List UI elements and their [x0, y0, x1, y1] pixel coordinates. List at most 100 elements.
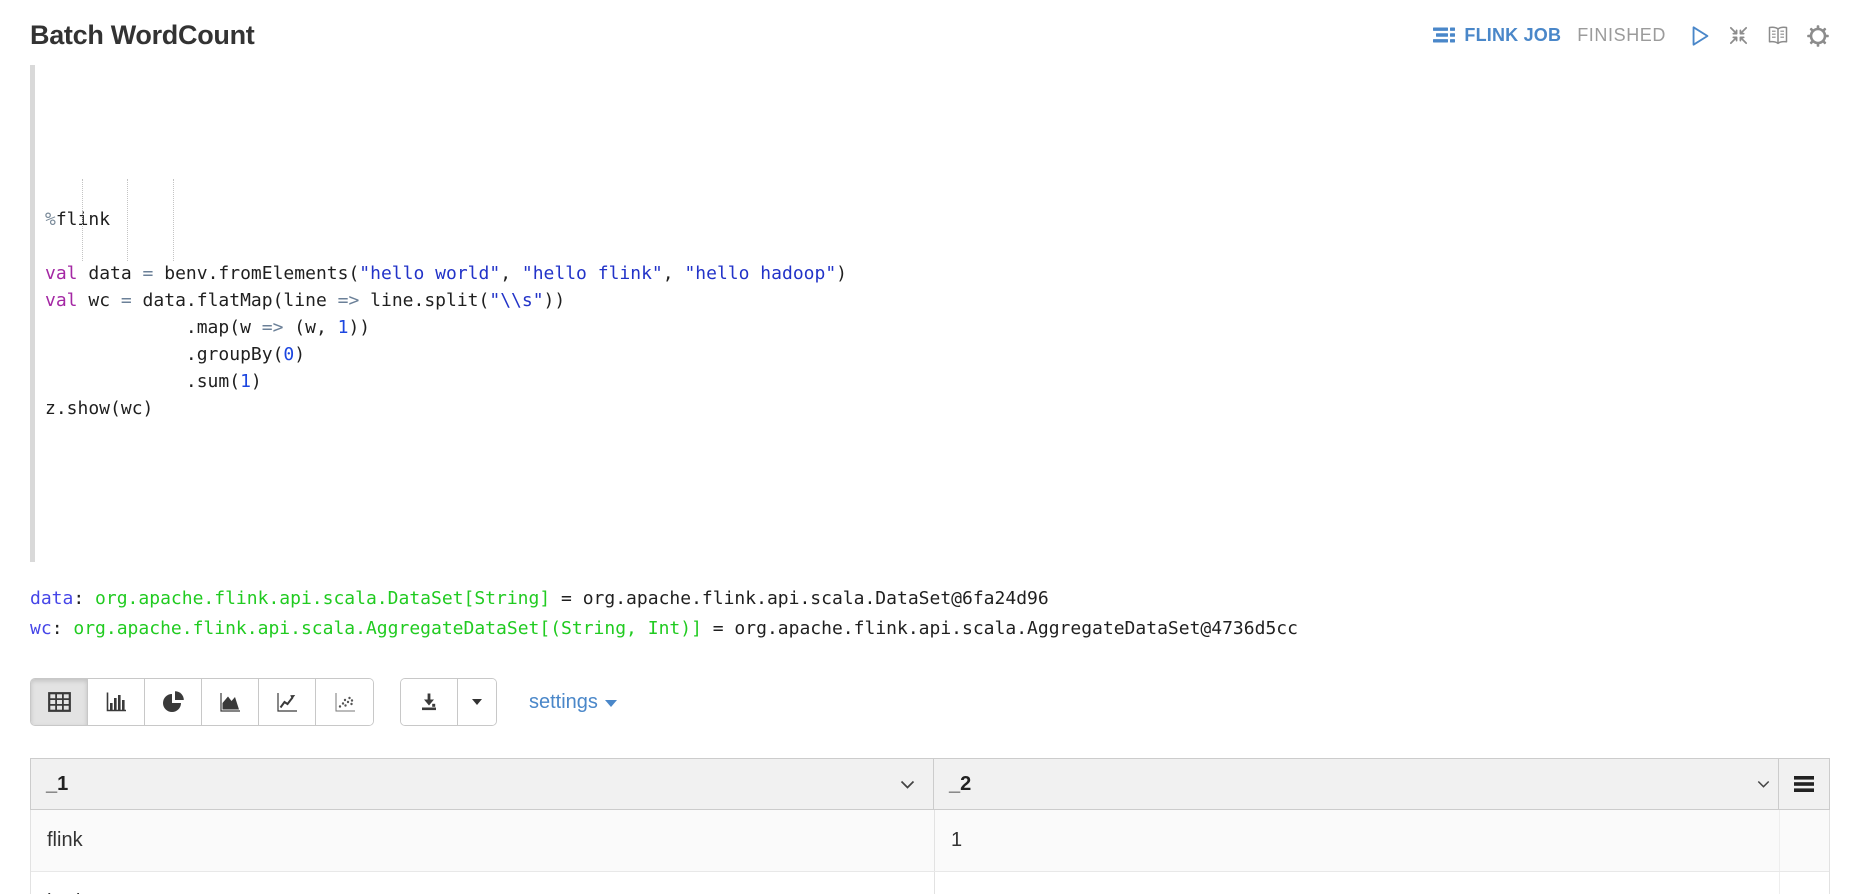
page-title: Batch WordCount — [30, 20, 254, 51]
settings-dropdown[interactable]: settings — [529, 691, 617, 714]
download-icon — [417, 690, 441, 714]
code-line: %flink — [45, 206, 1830, 233]
code-token: : — [52, 618, 74, 639]
flink-job-icon — [1432, 25, 1456, 46]
caret-down-icon — [605, 700, 617, 707]
code-token: => — [338, 290, 360, 311]
settings-label: settings — [529, 691, 598, 714]
indent-guide — [82, 179, 83, 261]
shrink-icon — [1727, 24, 1750, 47]
code-line: .map(w => (w, 1)) — [45, 314, 1830, 341]
code-token: = org.apache.flink.api.scala.AggregateDa… — [702, 618, 1298, 639]
code-token: => — [262, 317, 284, 338]
code-token: ) — [251, 371, 262, 392]
code-token: : — [73, 588, 95, 609]
caret-down-icon — [472, 699, 482, 705]
table-cell: flink — [31, 829, 934, 852]
code-token: = — [143, 263, 154, 284]
code-line: wc: org.apache.flink.api.scala.Aggregate… — [30, 614, 1830, 644]
code-token: ) — [836, 263, 847, 284]
code-token: 1 — [338, 317, 349, 338]
code-token: 1 — [240, 371, 251, 392]
indent-guide — [127, 179, 128, 261]
table-header-row: _1 _2 — [30, 758, 1830, 810]
chart-type-group — [30, 678, 374, 726]
table-body: flink1hadoop1hello3world1 — [30, 810, 1830, 894]
table-cell: 1 — [934, 872, 1779, 894]
code-line: .groupBy(0) — [45, 341, 1830, 368]
scatter-chart-icon — [333, 690, 357, 714]
table-menu-button[interactable] — [1779, 759, 1829, 809]
column-label: _2 — [949, 773, 971, 796]
code-token: "\\s" — [489, 290, 543, 311]
job-label: FLINK JOB — [1464, 25, 1561, 46]
table-cell — [1779, 810, 1829, 871]
pie-chart-button[interactable] — [145, 679, 202, 725]
paragraph-controls: FLINK JOB FINISHED — [1432, 24, 1830, 48]
table-row: hadoop1 — [31, 872, 1829, 894]
area-chart-button[interactable] — [202, 679, 259, 725]
code-editor[interactable]: %flink val data = benv.fromElements("hel… — [30, 65, 1830, 562]
code-token: data — [30, 588, 73, 609]
code-token: ) — [294, 344, 305, 365]
code-token: val — [45, 263, 78, 284]
code-token: flink — [56, 209, 110, 230]
code-line: val data = benv.fromElements("hello worl… — [45, 260, 1830, 287]
code-token: )) — [544, 290, 566, 311]
line-chart-icon — [275, 690, 299, 714]
code-token: benv.fromElements( — [153, 263, 359, 284]
line-chart-button[interactable] — [259, 679, 316, 725]
code-token: = org.apache.flink.api.scala.DataSet@6fa… — [550, 588, 1049, 609]
bar-chart-icon — [104, 690, 128, 714]
table-row: flink1 — [31, 810, 1829, 872]
code-token: org.apache.flink.api.scala.DataSet[Strin… — [95, 588, 550, 609]
code-line: .sum(1) — [45, 368, 1830, 395]
code-token: wc — [30, 618, 52, 639]
pie-chart-icon — [161, 690, 185, 714]
code-token: data — [78, 263, 143, 284]
code-token: = — [121, 290, 132, 311]
menu-icon — [1793, 775, 1815, 793]
download-group — [400, 678, 497, 726]
code-token: , — [663, 263, 685, 284]
chevron-down-icon[interactable] — [900, 780, 915, 790]
indent-guide — [173, 179, 174, 261]
code-token: z.show(wc) — [45, 398, 153, 419]
chevron-down-icon[interactable] — [1757, 780, 1770, 789]
result-table: _1 _2 flink1hadoop1hello3world1 — [30, 758, 1830, 894]
zeppelin-paragraph: Batch WordCount FLINK JOB FINISHED — [0, 0, 1860, 894]
code-token: "hello hadoop" — [684, 263, 836, 284]
code-token: (w, — [283, 317, 337, 338]
code-token: data.flatMap(line — [132, 290, 338, 311]
gear-icon — [1806, 24, 1830, 48]
column-header-1[interactable]: _1 — [31, 759, 934, 809]
code-token: .map(w — [45, 317, 262, 338]
code-token: org.apache.flink.api.scala.AggregateData… — [73, 618, 702, 639]
area-chart-icon — [218, 690, 242, 714]
table-view-button[interactable] — [31, 679, 88, 725]
show-editor-button[interactable] — [1766, 24, 1790, 47]
bar-chart-button[interactable] — [88, 679, 145, 725]
code-line: z.show(wc) — [45, 395, 1830, 422]
code-token: )) — [348, 317, 370, 338]
book-icon — [1766, 24, 1790, 47]
download-options-button[interactable] — [458, 679, 496, 725]
collapse-button[interactable] — [1727, 24, 1750, 47]
code-token: line.split( — [359, 290, 489, 311]
flink-job-link[interactable]: FLINK JOB — [1432, 25, 1561, 46]
table-icon — [48, 692, 71, 712]
scatter-chart-button[interactable] — [316, 679, 373, 725]
status-badge: FINISHED — [1577, 25, 1666, 46]
download-button[interactable] — [401, 679, 458, 725]
run-button[interactable] — [1690, 25, 1711, 47]
code-token: "hello flink" — [522, 263, 663, 284]
code-token: "hello world" — [359, 263, 500, 284]
paragraph-settings-button[interactable] — [1806, 24, 1830, 48]
code-lines: %flink val data = benv.fromElements("hel… — [45, 206, 1830, 422]
column-header-2[interactable]: _2 — [934, 759, 1779, 809]
code-token: 0 — [283, 344, 294, 365]
table-cell: 1 — [934, 810, 1779, 871]
play-icon — [1690, 25, 1711, 47]
table-cell — [1779, 872, 1829, 894]
code-token: val — [45, 290, 78, 311]
